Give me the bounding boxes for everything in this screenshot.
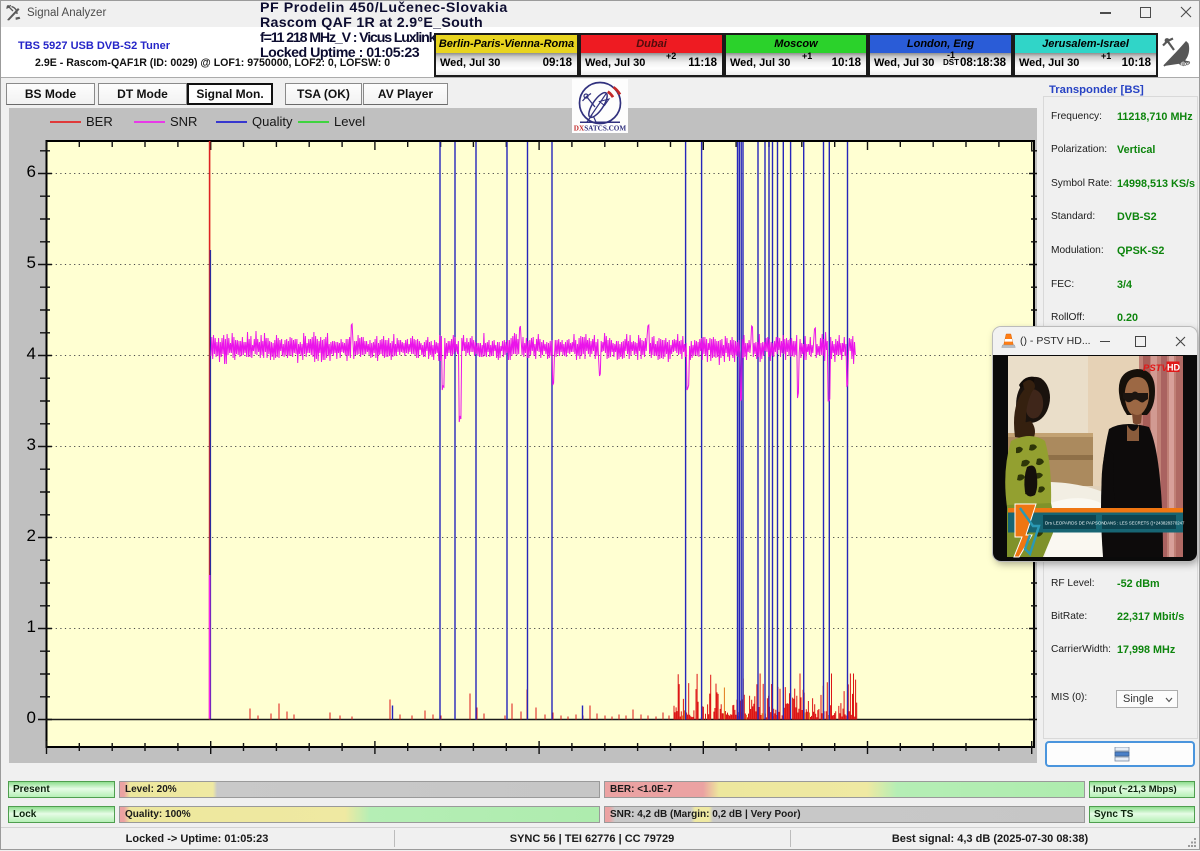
svg-text:DANS : LES SECRETS ((+24382837: DANS : LES SECRETS ((+243828370247 xyxy=(1104,521,1185,526)
svg-text:DXSATCS.COM: DXSATCS.COM xyxy=(574,125,627,133)
svg-text:PSTV: PSTV xyxy=(1143,363,1168,374)
svg-text:Drs LEOPARDS DE PAPSON: Drs LEOPARDS DE PAPSON xyxy=(1045,521,1105,526)
svg-text:HD: HD xyxy=(1167,362,1180,372)
svg-text:dxs: dxs xyxy=(1181,62,1190,68)
